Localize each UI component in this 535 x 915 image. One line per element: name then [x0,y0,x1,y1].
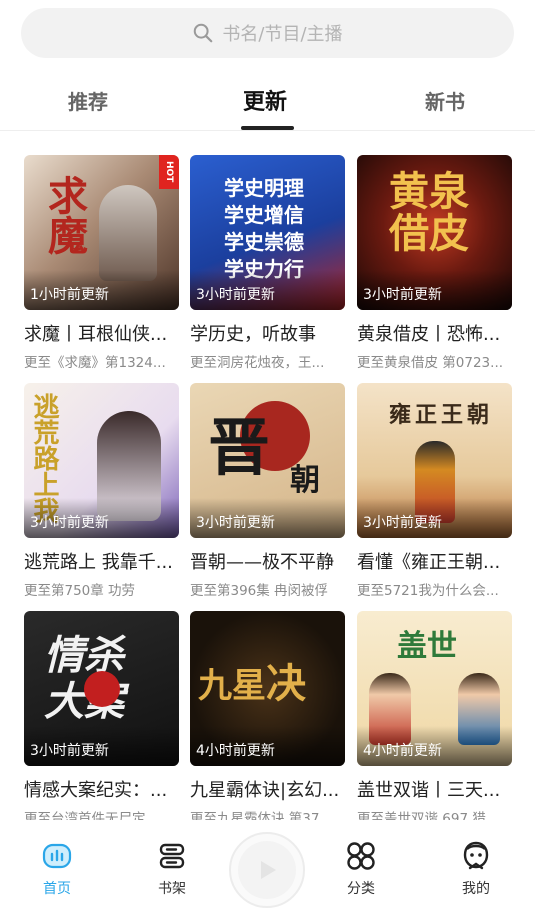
book-title: 逃荒路上 我靠千... [24,552,173,573]
book-title: 看懂《雍正王朝... [357,552,501,573]
book-title: 求魔丨耳根仙侠... [24,324,168,345]
book-title: 九星霸体诀|玄幻... [190,780,340,801]
cover-slogan-art: 学史明理 学史增信 学史崇德 学史力行 [224,176,304,281]
book-title: 学历史，听故事 [190,324,316,345]
cover-title-art: 盖世 [397,629,457,664]
book-cover: 晋 朝 3小时前更新 [190,383,345,538]
book-cover: 逃荒路上我 3小时前更新 [24,383,179,538]
book-cover: 雍正王朝 3小时前更新 [357,383,512,538]
book-card[interactable]: 晋 朝 3小时前更新 晋朝——极不平静 更至第396集 冉闵被俘 [190,383,345,599]
book-title: 黄泉借皮丨恐怖... [357,324,501,345]
book-latest-episode: 更至第750章 功劳 [24,583,136,599]
book-card[interactable]: 情杀 大案 3小时前更新 情感大案纪实：... 更至台湾首件无尸定... [24,611,179,827]
book-card[interactable]: 黄泉 借皮 3小时前更新 黄泉借皮丨恐怖... 更至黄泉借皮 第0723... [357,155,512,371]
update-time: 3小时前更新 [363,287,442,303]
tab-bar: 推荐 更新 新书 [0,80,535,130]
bottom-navigation: 首页 书架 分类 我的 [0,820,535,915]
book-cover: 盖世 4小时前更新 [357,611,512,766]
play-icon [238,841,296,899]
cover-title-art: 求魔 [41,175,88,255]
book-latest-episode: 更至第396集 冉闵被俘 [190,583,329,599]
cover-title-art: 九星决 [198,660,306,707]
tab-updates[interactable]: 更新 [243,84,287,116]
nav-profile[interactable]: 我的 [441,840,511,898]
book-cover: 学史明理 学史增信 学史崇德 学史力行 3小时前更新 [190,155,345,310]
cover-title-art: 晋 [208,411,271,484]
update-time: 4小时前更新 [363,743,442,759]
book-title: 晋朝——极不平静 [190,552,334,573]
cover-title-art: 雍正王朝 [389,402,494,428]
nav-label: 我的 [462,881,490,897]
book-title: 盖世双谐丨三天... [357,780,501,801]
nav-label: 书架 [158,881,186,897]
hot-badge: HOT [159,155,179,189]
profile-icon [463,841,489,870]
book-cover: 九星决 4小时前更新 [190,611,345,766]
nav-home[interactable]: 首页 [22,840,92,898]
nav-category[interactable]: 分类 [326,840,396,898]
character-illustration [99,185,157,281]
book-card[interactable]: 学史明理 学史增信 学史崇德 学史力行 3小时前更新 学历史，听故事 更至洞房花烛夜，… [190,155,345,371]
book-latest-episode: 更至洞房花烛夜，王... [190,355,325,371]
category-icon [347,842,375,870]
book-latest-episode: 更至5721我为什么会... [357,583,499,599]
book-card[interactable]: 九星决 4小时前更新 九星霸体诀|玄幻... 更至九星霸体诀 第37... [190,611,345,827]
tab-recommend[interactable]: 推荐 [68,86,108,115]
update-time: 3小时前更新 [196,515,275,531]
bookshelf-icon [159,843,185,869]
book-card[interactable]: 求魔 HOT 1小时前更新 求魔丨耳根仙侠... 更至《求魔》第1324... [24,155,179,371]
book-card[interactable]: 雍正王朝 3小时前更新 看懂《雍正王朝... 更至5721我为什么会... [357,383,512,599]
book-latest-episode: 更至黄泉借皮 第0723... [357,355,504,371]
search-icon [194,23,213,43]
search-bar[interactable]: 书名/节目/主播 [21,8,514,58]
cover-title-art: 黄泉 借皮 [389,168,469,257]
book-title: 情感大案纪实：... [24,780,168,801]
search-placeholder: 书名/节目/主播 [222,24,343,45]
nav-bookshelf[interactable]: 书架 [137,840,207,898]
rose-art [84,671,120,707]
update-time: 4小时前更新 [196,743,275,759]
update-time: 3小时前更新 [30,515,109,531]
book-latest-episode: 更至《求魔》第1324... [24,355,166,371]
update-time: 3小时前更新 [196,287,275,303]
home-icon [42,843,72,869]
update-time: 1小时前更新 [30,287,109,303]
nav-label: 分类 [347,881,375,897]
nav-label: 首页 [43,881,71,897]
update-time: 3小时前更新 [30,743,109,759]
update-time: 3小时前更新 [363,515,442,531]
book-cover: 黄泉 借皮 3小时前更新 [357,155,512,310]
book-cover: 求魔 HOT 1小时前更新 [24,155,179,310]
book-cover: 情杀 大案 3小时前更新 [24,611,179,766]
book-card[interactable]: 逃荒路上我 3小时前更新 逃荒路上 我靠千... 更至第750章 功劳 [24,383,179,599]
player-button[interactable] [229,832,305,908]
tab-new-books[interactable]: 新书 [425,86,465,115]
divider [0,130,535,131]
book-card[interactable]: 盖世 4小时前更新 盖世双谐丨三天... 更至盖世双谐 697 猎... [357,611,512,827]
